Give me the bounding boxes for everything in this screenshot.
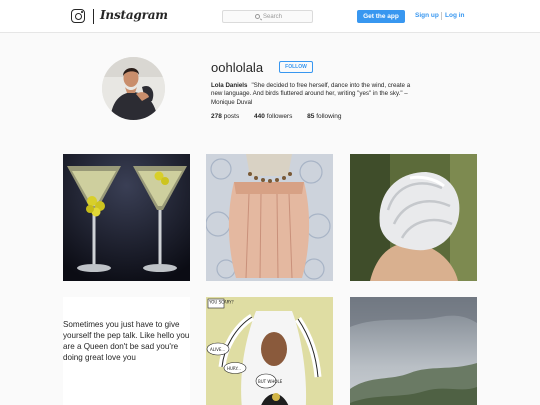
get-the-app-button[interactable]: Get the app [357, 10, 405, 23]
post-comic-panel[interactable]: YOU SCARY? ALIVE... HURY... BUT WHOLE [206, 297, 333, 405]
post-white-hair[interactable] [350, 154, 477, 281]
post-peach-corset-dress[interactable] [206, 154, 333, 281]
profile-full-name: Lola Daniels [211, 82, 248, 89]
post-martini-glasses[interactable] [63, 154, 190, 281]
comic-bubble-1: YOU SCARY? [208, 300, 234, 305]
followers-stat[interactable]: 440 followers [254, 113, 292, 120]
top-navigation-bar: Instagram Search Get the app Sign up Log… [0, 0, 540, 33]
profile-stats: 278 posts 440 followers 85 following [211, 113, 342, 120]
following-stat[interactable]: 85 following [307, 113, 341, 120]
profile-bio: Lola Daniels "She decided to free herself… [211, 82, 423, 107]
search-icon [255, 14, 260, 19]
instagram-camera-icon[interactable] [71, 9, 85, 23]
comic-bubble-3: HURY... [227, 366, 241, 371]
post-text-quote[interactable]: Sometimes you just have to give yourself… [63, 297, 190, 405]
profile-username: oohlolala [211, 60, 264, 75]
auth-divider [441, 12, 442, 20]
follow-button[interactable]: FOLLOW [279, 61, 313, 73]
search-placeholder: Search [263, 14, 283, 20]
log-in-link[interactable]: Log in [445, 12, 465, 19]
profile-avatar[interactable] [102, 57, 165, 120]
post-caption-text: Sometimes you just have to give yourself… [63, 320, 190, 362]
instagram-wordmark[interactable]: Instagram [100, 8, 168, 22]
post-misty-mountains[interactable] [350, 297, 477, 405]
sign-up-link[interactable]: Sign up [415, 12, 439, 19]
comic-bubble-2: ALIVE... [210, 347, 225, 352]
posts-stat: 278 posts [211, 113, 240, 120]
logo-divider [93, 9, 94, 24]
search-input[interactable]: Search [222, 10, 313, 23]
comic-bubble-4: BUT WHOLE [258, 379, 283, 384]
